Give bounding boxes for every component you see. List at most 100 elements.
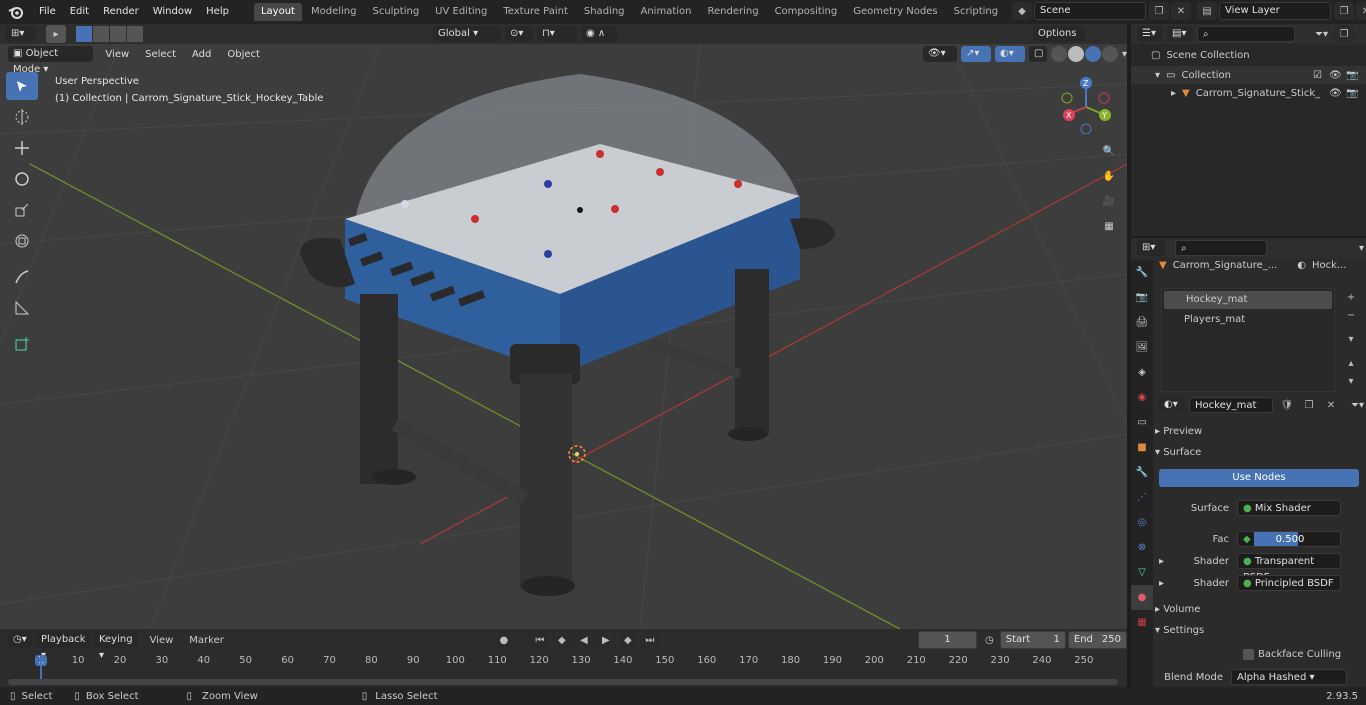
frame-ruler[interactable]: 1102030405060708090100110120130140150160… [0, 653, 1127, 671]
material-name-field[interactable]: Hockey_mat [1189, 397, 1273, 413]
timeline-editor-icon[interactable]: ◷▾ [8, 632, 32, 648]
jump-end-icon[interactable]: ⏭ [639, 631, 660, 649]
surface-panel-header[interactable]: ▾ Surface [1155, 443, 1201, 463]
output-tab-icon[interactable]: 🖨 [1131, 310, 1153, 335]
tab-uv-editing[interactable]: UV Editing [428, 3, 494, 21]
jump-start-icon[interactable]: ⏮ [529, 631, 550, 649]
collection-visibility-icon[interactable]: 👁 [1329, 70, 1342, 81]
preview-panel-header[interactable]: ▸ Preview [1155, 422, 1202, 442]
end-frame-field[interactable]: End 250 [1067, 631, 1128, 649]
options-dropdown[interactable]: Options ▾ [1033, 26, 1085, 55]
menu-window[interactable]: Window [146, 0, 199, 24]
shader2-field[interactable]: ● Principled BSDF [1237, 575, 1341, 591]
collection-checkbox-icon[interactable]: ☑ [1313, 70, 1322, 81]
viewport-menu-object[interactable]: Object [219, 49, 268, 60]
volume-panel-header[interactable]: ▸ Volume [1155, 600, 1200, 620]
playhead[interactable] [40, 655, 42, 679]
play-icon[interactable]: ▶ [595, 631, 616, 649]
solid-shading-icon[interactable] [1067, 46, 1084, 62]
select-new-icon[interactable] [76, 26, 92, 42]
outliner-editor-icon[interactable]: ☰▾ [1137, 26, 1163, 42]
select-box-tool-icon[interactable] [6, 72, 38, 100]
tab-animation[interactable]: Animation [634, 3, 699, 21]
blender-logo-icon[interactable] [0, 0, 32, 24]
new-view-layer-icon[interactable]: ❐ [1334, 2, 1354, 20]
current-frame-field[interactable]: 1 [917, 631, 978, 649]
new-scene-icon[interactable]: ❐ [1149, 2, 1169, 20]
collection-expand-icon[interactable]: ▾ [1155, 70, 1160, 81]
constraints-tab-icon[interactable]: ⊗ [1131, 535, 1153, 560]
object-tab-icon[interactable]: ■ [1131, 435, 1153, 460]
tab-compositing[interactable]: Compositing [768, 3, 845, 21]
cursor-tool-icon[interactable] [6, 103, 38, 131]
zoom-icon[interactable]: 🔍 [1098, 140, 1120, 162]
scene-tab-icon[interactable]: ◈ [1131, 360, 1153, 385]
shader1-expand-icon[interactable]: ▸ [1159, 556, 1169, 567]
slot-specials-icon[interactable]: ▾ [1341, 330, 1361, 348]
backface-culling-row[interactable]: Backface Culling [1243, 649, 1341, 660]
unlink-material-icon[interactable]: ✕ [1321, 396, 1341, 414]
editor-type-icon[interactable]: ⊞▾ [6, 26, 36, 42]
pivot-point-icon[interactable]: ⊙▾ [505, 26, 533, 42]
physics-tab-icon[interactable]: ◎ [1131, 510, 1153, 535]
slot-players-mat[interactable]: Players_mat [1162, 311, 1334, 329]
object-mode-dropdown[interactable]: ▣ Object Mode ▾ [8, 46, 94, 75]
delete-scene-icon[interactable]: ✕ [1171, 2, 1191, 20]
proportional-edit-icon[interactable]: ◉ ∧ [581, 26, 617, 42]
select-tool-icon[interactable]: ▸ [46, 25, 66, 43]
backface-culling-checkbox[interactable] [1243, 649, 1254, 660]
render-tab-icon[interactable]: 📷 [1131, 285, 1153, 310]
timeline-scrollbar[interactable] [8, 679, 1118, 685]
outliner-object-row[interactable]: ▸ ▼ Carrom_Signature_Stick_ 👁 📷 [1131, 84, 1366, 102]
collection-tab-icon[interactable]: ▭ [1131, 410, 1153, 435]
navigation-gizmo[interactable]: Z Y X [1057, 74, 1117, 134]
viewport-menu-view[interactable]: View [97, 49, 137, 60]
material-tab-icon[interactable]: ● [1131, 585, 1153, 610]
viewport-menu-select[interactable]: Select [137, 49, 184, 60]
tab-layout[interactable]: Layout [253, 3, 302, 21]
play-reverse-icon[interactable]: ◀ [573, 631, 594, 649]
move-tool-icon[interactable] [6, 134, 38, 162]
blend-mode-dropdown[interactable]: Alpha Hashed ▾ [1231, 669, 1347, 685]
duplicate-material-icon[interactable]: ❐ [1299, 396, 1319, 414]
rotate-tool-icon[interactable] [6, 165, 38, 193]
overlay-toggle-icon[interactable]: ◐▾ [994, 46, 1025, 62]
fake-user-icon[interactable]: 🛡 [1277, 396, 1297, 414]
add-cube-tool-icon[interactable] [6, 330, 38, 358]
material-preview-icon[interactable] [1084, 46, 1101, 62]
move-slot-down-icon[interactable]: ▾ [1341, 372, 1361, 390]
start-frame-field[interactable]: Start 1 [999, 631, 1066, 649]
transform-tool-icon[interactable] [6, 227, 38, 255]
properties-options-icon[interactable]: ▾ [1359, 243, 1364, 254]
3d-viewport[interactable]: User Perspective (1) Collection | Carrom… [0, 44, 1127, 629]
menu-edit[interactable]: Edit [63, 0, 96, 24]
properties-search-input[interactable]: ⌕ [1175, 240, 1267, 256]
gizmo-toggle-icon[interactable]: ↗▾ [960, 46, 991, 62]
playback-dropdown[interactable]: Playback ▾ [35, 632, 90, 661]
move-slot-up-icon[interactable]: ▴ [1341, 354, 1361, 372]
snap-icon[interactable]: ⊓▾ [537, 26, 577, 42]
transform-orientation-dropdown[interactable]: Global ▾ [433, 26, 501, 42]
tool-tab-icon[interactable]: 🔧 [1131, 260, 1153, 285]
select-intersect-icon[interactable] [127, 26, 143, 42]
scene-name-field[interactable]: Scene [1034, 2, 1146, 20]
browse-material-icon[interactable]: ◐▾ [1159, 397, 1185, 413]
timeline-menu-view[interactable]: View [142, 635, 182, 646]
outliner-filter-icon[interactable]: ⏷▾ [1315, 29, 1328, 40]
jump-keyframe-back-icon[interactable]: ◆ [551, 631, 572, 649]
shader2-expand-icon[interactable]: ▸ [1159, 578, 1169, 589]
record-icon[interactable]: ● [493, 631, 514, 649]
object-render-icon[interactable]: 📷 [1346, 88, 1358, 99]
preview-range-icon[interactable]: ◷ [985, 635, 994, 646]
view-layer-tab-icon[interactable]: 🖼 [1131, 335, 1153, 360]
annotate-tool-icon[interactable] [6, 263, 38, 291]
select-extend-icon[interactable] [93, 26, 109, 42]
view-layer-icon[interactable]: ▤ [1197, 2, 1217, 20]
tab-sculpting[interactable]: Sculpting [365, 3, 426, 21]
rendered-shading-icon[interactable] [1101, 46, 1118, 62]
use-nodes-button[interactable]: Use Nodes [1159, 469, 1359, 487]
particles-tab-icon[interactable]: ⋰ [1131, 485, 1153, 510]
add-slot-icon[interactable]: + [1341, 288, 1361, 306]
menu-render[interactable]: Render [96, 0, 146, 24]
ortho-grid-icon[interactable]: ▦ [1098, 215, 1120, 237]
